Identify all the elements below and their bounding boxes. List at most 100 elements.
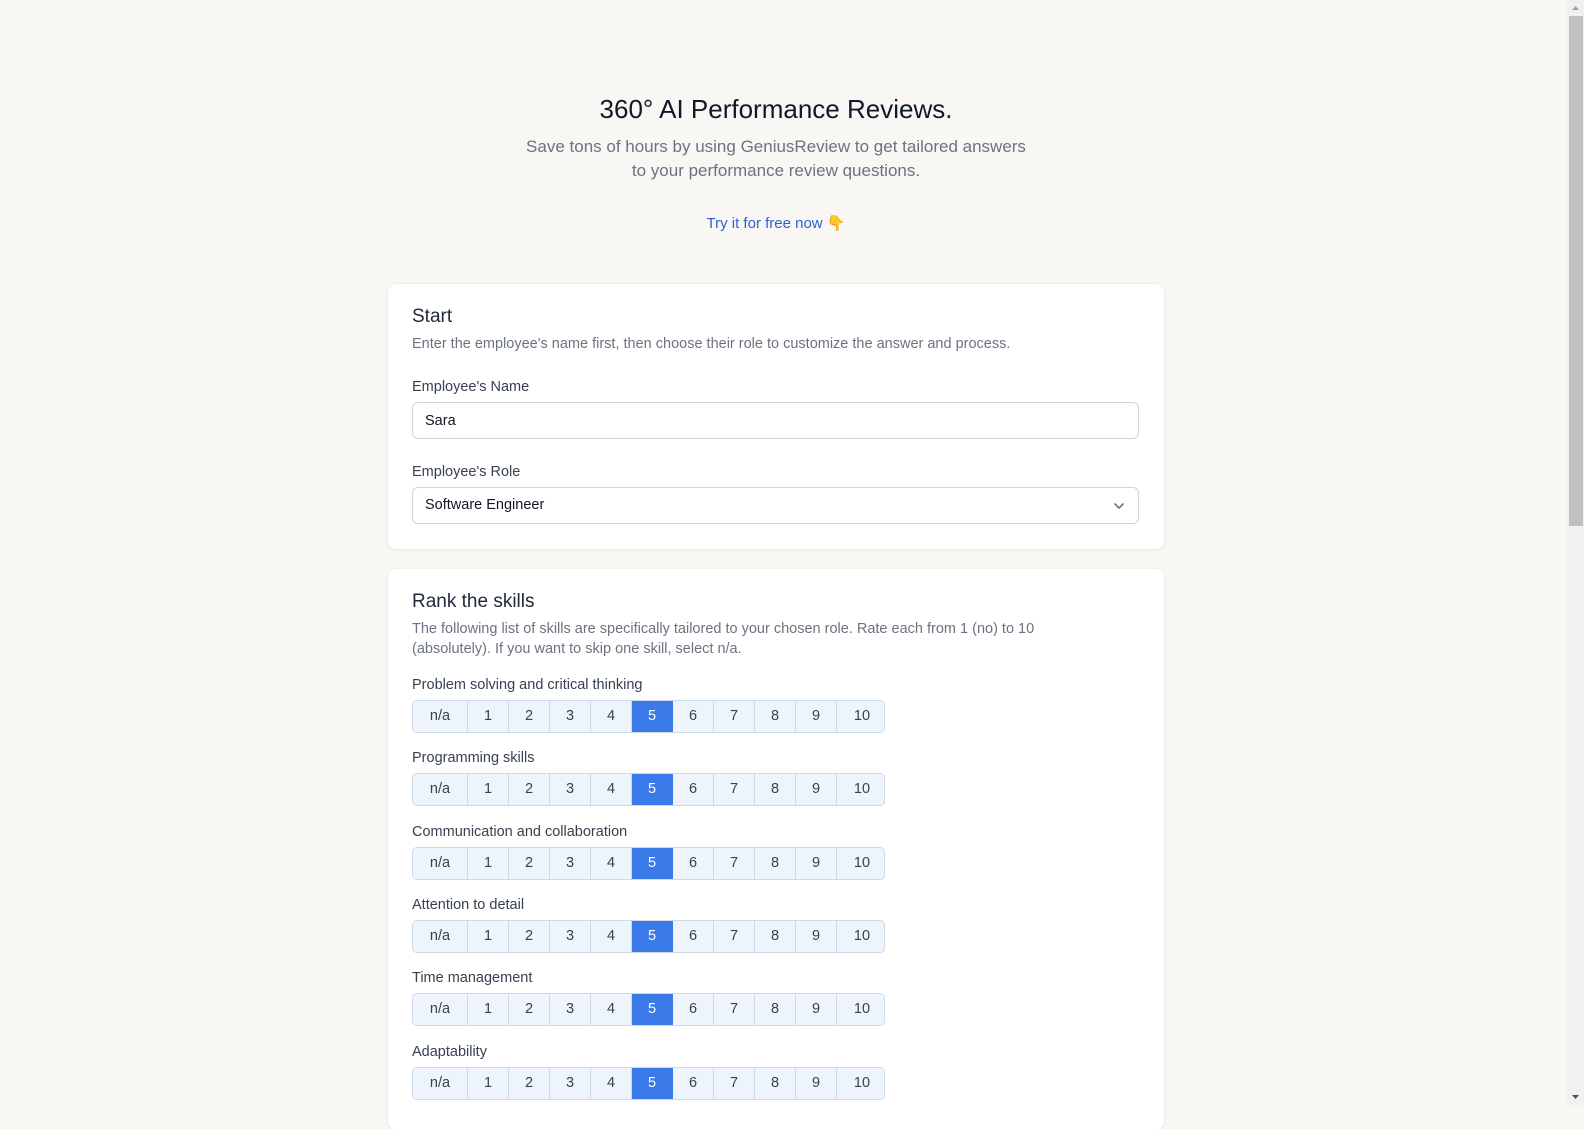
- skill-label: Programming skills: [412, 750, 535, 767]
- rating-option-10[interactable]: 10: [837, 994, 884, 1026]
- rating-option-9[interactable]: 9: [796, 1067, 837, 1099]
- rating-option-7[interactable]: 7: [714, 701, 755, 732]
- start-description: Enter the employee's name first, then ch…: [412, 336, 1011, 352]
- rating-option-5[interactable]: 5: [632, 847, 673, 879]
- rating-option-na[interactable]: n/a: [413, 920, 468, 952]
- rating-option-10[interactable]: 10: [837, 774, 884, 806]
- rating-option-6[interactable]: 6: [673, 847, 714, 879]
- rating-option-8[interactable]: 8: [755, 774, 796, 806]
- rating-option-1[interactable]: 1: [468, 847, 509, 879]
- skill-label: Time management: [412, 970, 533, 987]
- rating-option-8[interactable]: 8: [755, 994, 796, 1026]
- hero-subtitle-line2: to your performance review questions.: [631, 161, 921, 180]
- rating-option-2[interactable]: 2: [509, 847, 550, 879]
- rating-option-7[interactable]: 7: [714, 847, 755, 879]
- skills-description: The following list of skills are specifi…: [412, 621, 1035, 657]
- skill-label: Problem solving and critical thinking: [412, 677, 643, 693]
- rating-option-6[interactable]: 6: [673, 774, 714, 806]
- skills-title: Rank the skills: [412, 591, 535, 612]
- rating-option-3[interactable]: 3: [550, 847, 591, 879]
- rating-segmented-control: n/a 1 2 3 4 5 6 7 8 9 10: [412, 773, 885, 807]
- rating-option-2[interactable]: 2: [509, 701, 550, 732]
- rating-option-5[interactable]: 5: [632, 701, 673, 732]
- rating-option-2[interactable]: 2: [509, 1067, 550, 1099]
- employee-name-input[interactable]: [412, 402, 1139, 439]
- rating-option-8[interactable]: 8: [755, 847, 796, 879]
- rating-option-9[interactable]: 9: [796, 920, 837, 952]
- rating-option-2[interactable]: 2: [509, 994, 550, 1026]
- rating-option-na[interactable]: n/a: [413, 701, 468, 732]
- rating-segmented-control: n/a 1 2 3 4 5 6 7 8 9 10: [412, 1066, 885, 1100]
- page-title: 360° AI Performance Reviews.: [599, 94, 953, 124]
- rating-option-4[interactable]: 4: [591, 1067, 632, 1099]
- rating-option-1[interactable]: 1: [468, 1067, 509, 1099]
- rating-option-7[interactable]: 7: [714, 920, 755, 952]
- rating-option-8[interactable]: 8: [755, 1067, 796, 1099]
- skill-row: Programming skills n/a 1 2 3 4 5 6 7 8 9 10: [412, 748, 885, 807]
- rating-option-4[interactable]: 4: [591, 701, 632, 732]
- rating-option-4[interactable]: 4: [591, 774, 632, 806]
- employee-name-label: Employee's Name: [412, 379, 530, 395]
- rating-option-3[interactable]: 3: [550, 774, 591, 806]
- rating-option-7[interactable]: 7: [714, 774, 755, 806]
- rating-option-na[interactable]: n/a: [413, 847, 468, 879]
- rating-option-5[interactable]: 5: [632, 920, 673, 952]
- try-free-link[interactable]: Try it for free now 👇: [707, 215, 846, 232]
- rating-option-1[interactable]: 1: [468, 774, 509, 806]
- rating-option-9[interactable]: 9: [796, 701, 837, 732]
- chevron-down-icon: [1114, 503, 1124, 509]
- employee-role-value: Software Engineer: [425, 497, 545, 513]
- employee-role-label: Employee's Role: [412, 464, 521, 480]
- rating-option-2[interactable]: 2: [509, 920, 550, 952]
- rating-option-6[interactable]: 6: [673, 994, 714, 1026]
- skill-row: Attention to detail n/a 1 2 3 4 5 6 7 8 9 10: [412, 895, 885, 953]
- rating-segmented-control: n/a 1 2 3 4 5 6 7 8 9 10: [412, 919, 885, 953]
- rating-option-na[interactable]: n/a: [413, 994, 468, 1026]
- page: 360° AI Performance Reviews. Save tons o…: [0, 0, 1552, 1129]
- skill-row: Time management n/a 1 2 3 4 5 6 7 8 9 10: [412, 968, 885, 1027]
- rating-option-4[interactable]: 4: [591, 847, 632, 879]
- rating-option-7[interactable]: 7: [714, 994, 755, 1026]
- rating-segmented-control: n/a 1 2 3 4 5 6 7 8 9 10: [412, 993, 885, 1027]
- hero-subtitle: Save tons of hours by using GeniusReview…: [0, 135, 1552, 183]
- rating-segmented-control: n/a 1 2 3 4 5 6 7 8 9 10: [412, 700, 885, 733]
- rating-option-5[interactable]: 5: [632, 774, 673, 806]
- skill-row: Communication and collaboration n/a 1 2 3 4 5 6…: [412, 822, 885, 880]
- skill-label: Adaptability: [412, 1043, 487, 1060]
- rating-option-3[interactable]: 3: [550, 1067, 591, 1099]
- rating-option-2[interactable]: 2: [509, 774, 550, 806]
- rating-option-4[interactable]: 4: [591, 920, 632, 952]
- start-card: Start Enter the employee's name first, t…: [388, 284, 1164, 549]
- employee-role-select[interactable]: Software Engineer: [412, 487, 1139, 524]
- rating-option-3[interactable]: 3: [550, 701, 591, 732]
- rating-option-9[interactable]: 9: [796, 774, 837, 806]
- rating-option-1[interactable]: 1: [468, 701, 509, 732]
- scrollbar[interactable]: [1567, 0, 1584, 1105]
- rating-option-10[interactable]: 10: [837, 847, 884, 879]
- rating-option-6[interactable]: 6: [673, 920, 714, 952]
- rating-option-5[interactable]: 5: [632, 1067, 673, 1099]
- rating-segmented-control: n/a 1 2 3 4 5 6 7 8 9 10: [412, 846, 885, 880]
- rating-option-8[interactable]: 8: [755, 701, 796, 732]
- rating-option-6[interactable]: 6: [673, 1067, 714, 1099]
- rating-option-1[interactable]: 1: [468, 920, 509, 952]
- skills-card: Rank the skills The following list of sk…: [388, 569, 1164, 1129]
- rating-option-na[interactable]: n/a: [413, 774, 468, 806]
- rating-option-na[interactable]: n/a: [413, 1067, 468, 1099]
- rating-option-6[interactable]: 6: [673, 701, 714, 732]
- rating-option-10[interactable]: 10: [837, 701, 884, 732]
- rating-option-9[interactable]: 9: [796, 847, 837, 879]
- rating-option-10[interactable]: 10: [837, 1067, 884, 1099]
- scroll-up-arrow-icon[interactable]: [1567, 0, 1584, 16]
- rating-option-4[interactable]: 4: [591, 994, 632, 1026]
- rating-option-8[interactable]: 8: [755, 920, 796, 952]
- rating-option-9[interactable]: 9: [796, 994, 837, 1026]
- scroll-down-arrow-icon[interactable]: [1567, 1089, 1584, 1105]
- rating-option-3[interactable]: 3: [550, 920, 591, 952]
- scrollbar-thumb[interactable]: [1569, 16, 1583, 526]
- rating-option-1[interactable]: 1: [468, 994, 509, 1026]
- rating-option-3[interactable]: 3: [550, 994, 591, 1026]
- rating-option-7[interactable]: 7: [714, 1067, 755, 1099]
- rating-option-10[interactable]: 10: [837, 920, 884, 952]
- rating-option-5[interactable]: 5: [632, 994, 673, 1026]
